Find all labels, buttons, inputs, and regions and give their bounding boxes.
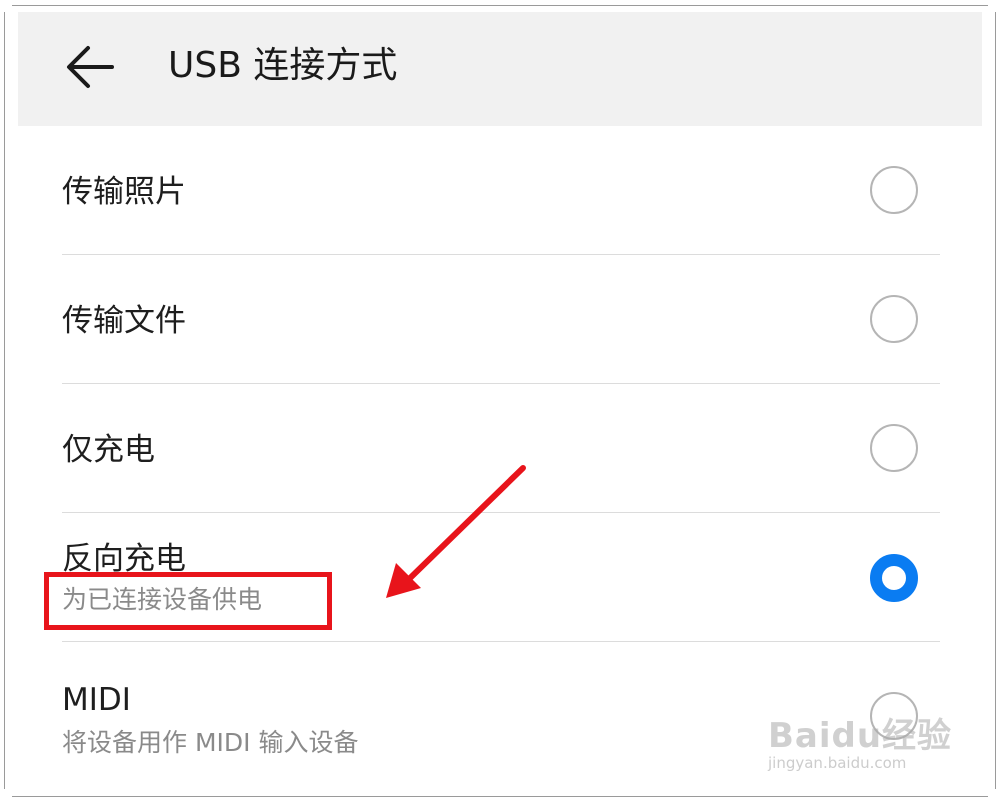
back-button[interactable] xyxy=(58,39,122,95)
screenshot-frame: USB 连接方式 传输照片 传输文件 仅充电 反向充电 为已连接设备供电 MID… xyxy=(0,0,1000,801)
app-header: USB 连接方式 xyxy=(18,12,982,126)
option-transfer-files[interactable]: 传输文件 xyxy=(18,255,982,383)
option-reverse-charging[interactable]: 反向充电 为已连接设备供电 xyxy=(18,513,982,641)
frame-border-top xyxy=(12,5,988,6)
arrow-left-icon xyxy=(67,46,114,88)
option-title: 仅充电 xyxy=(62,432,155,468)
radio-transfer-files[interactable] xyxy=(870,295,918,343)
frame-border-left xyxy=(4,12,5,789)
frame-border-right xyxy=(995,12,996,789)
radio-midi[interactable] xyxy=(870,692,918,740)
option-title: 传输照片 xyxy=(62,174,186,210)
option-subtitle: 将设备用作 MIDI 输入设备 xyxy=(62,728,359,757)
option-transfer-photos[interactable]: 传输照片 xyxy=(18,126,982,254)
radio-reverse-charging[interactable] xyxy=(870,554,918,602)
option-subtitle: 为已连接设备供电 xyxy=(62,585,263,614)
option-title: MIDI xyxy=(62,682,131,718)
radio-transfer-photos[interactable] xyxy=(870,166,918,214)
page-title: USB 连接方式 xyxy=(168,45,398,86)
option-charge-only[interactable]: 仅充电 xyxy=(18,384,982,512)
frame-border-bottom xyxy=(12,796,988,797)
phone-screen: USB 连接方式 传输照片 传输文件 仅充电 反向充电 为已连接设备供电 MID… xyxy=(18,12,982,792)
radio-charge-only[interactable] xyxy=(870,424,918,472)
option-title: 传输文件 xyxy=(62,303,186,339)
option-title: 反向充电 xyxy=(62,541,186,577)
option-midi[interactable]: MIDI 将设备用作 MIDI 输入设备 xyxy=(18,642,982,792)
